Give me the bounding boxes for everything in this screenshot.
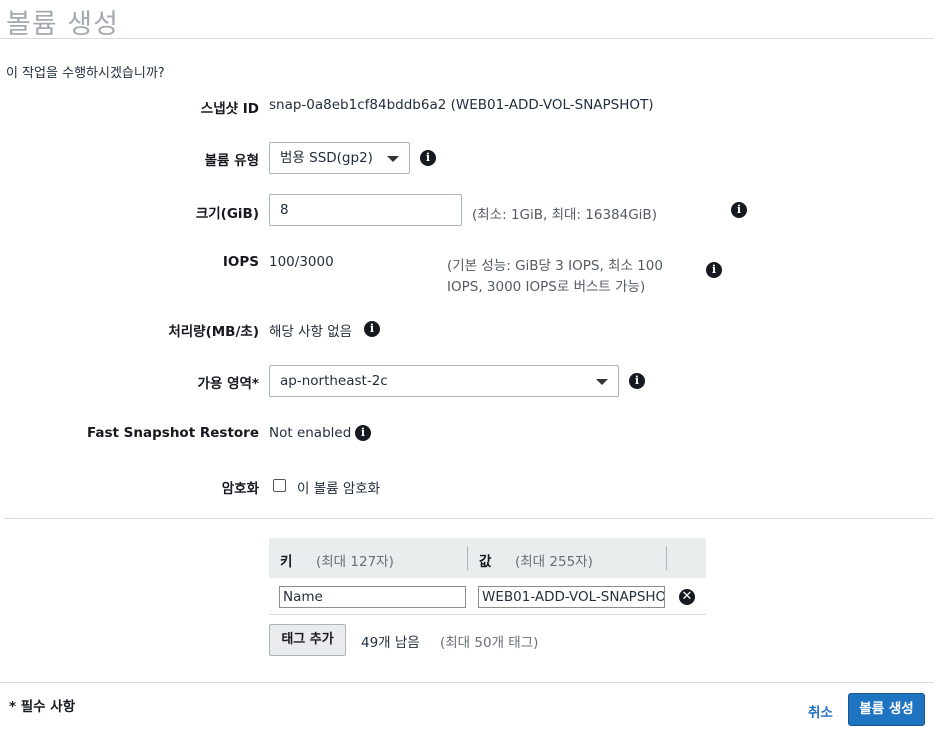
info-icon[interactable]: i <box>629 373 645 389</box>
tag-value-input[interactable]: WEB01-ADD-VOL-SNAPSHOT <box>478 586 665 608</box>
remove-tag-icon[interactable]: ✕ <box>679 589 695 605</box>
availability-zone-select[interactable]: ap-northeast-2c <box>269 365 619 397</box>
tags-row-divider <box>269 614 706 615</box>
snapshot-id-label: 스냅샷 ID <box>200 101 259 117</box>
section-divider <box>4 518 934 519</box>
snapshot-id-value: snap-0a8eb1cf84bddb6a2 (WEB01-ADD-VOL-SN… <box>269 97 654 113</box>
add-tag-button[interactable]: 태그 추가 <box>269 624 346 656</box>
cancel-link[interactable]: 취소 <box>808 701 833 721</box>
info-icon[interactable]: i <box>420 150 436 166</box>
fast-snapshot-restore-value: Not enabled <box>269 425 352 441</box>
iops-hint-line1: (기본 성능: GiB당 3 IOPS, 최소 100 <box>447 258 663 274</box>
chevron-down-icon <box>596 379 608 385</box>
tags-remaining: 49개 남음 <box>361 635 420 651</box>
column-separator <box>666 546 667 570</box>
throughput-value: 해당 사항 없음 <box>269 324 353 340</box>
column-separator <box>467 546 468 570</box>
fast-snapshot-restore-label: Fast Snapshot Restore <box>86 425 259 441</box>
tag-key-header: 키 <box>280 554 293 570</box>
required-note: * 필수 사항 <box>9 699 76 715</box>
tag-value-header: 값 <box>479 554 492 570</box>
tag-key-hint: (최대 127자) <box>316 554 394 570</box>
volume-type-label: 볼륨 유형 <box>204 153 259 169</box>
iops-value: 100/3000 <box>269 254 334 270</box>
encryption-label: 암호화 <box>221 481 259 497</box>
encrypt-checkbox-label[interactable]: 이 볼륨 암호화 <box>297 477 380 497</box>
page-title: 볼륨 생성 <box>6 9 119 40</box>
tags-max-note: (최대 50개 태그) <box>440 635 539 651</box>
volume-type-selected: 범용 SSD(gp2) <box>280 150 373 166</box>
iops-hint-line2: IOPS, 3000 IOPS로 버스트 가능) <box>447 279 646 295</box>
tag-value-hint: (최대 255자) <box>515 554 593 570</box>
title-divider <box>0 38 934 39</box>
size-label: 크기(GiB) <box>195 206 259 222</box>
size-input[interactable]: 8 <box>269 194 462 226</box>
availability-zone-selected: ap-northeast-2c <box>280 373 388 389</box>
availability-zone-label: 가용 영역* <box>197 376 259 392</box>
chevron-down-icon <box>387 156 399 162</box>
confirm-question: 이 작업을 수행하시겠습니까? <box>6 66 165 81</box>
info-icon[interactable]: i <box>355 425 371 441</box>
iops-label: IOPS <box>222 254 259 270</box>
tags-table-header: 키 (최대 127자) 값 (최대 255자) <box>269 538 706 578</box>
throughput-label: 처리량(MB/초) <box>168 324 259 340</box>
encrypt-checkbox[interactable] <box>273 479 286 492</box>
info-icon[interactable]: i <box>364 321 380 337</box>
create-volume-button[interactable]: 볼륨 생성 <box>848 693 925 726</box>
size-hint: (최소: 1GiB, 최대: 16384GiB) <box>472 207 657 223</box>
tag-key-input[interactable]: Name <box>279 586 466 608</box>
info-icon[interactable]: i <box>706 262 722 278</box>
footer-divider <box>0 682 934 683</box>
volume-type-select[interactable]: 범용 SSD(gp2) <box>269 142 410 174</box>
info-icon[interactable]: i <box>731 202 747 218</box>
